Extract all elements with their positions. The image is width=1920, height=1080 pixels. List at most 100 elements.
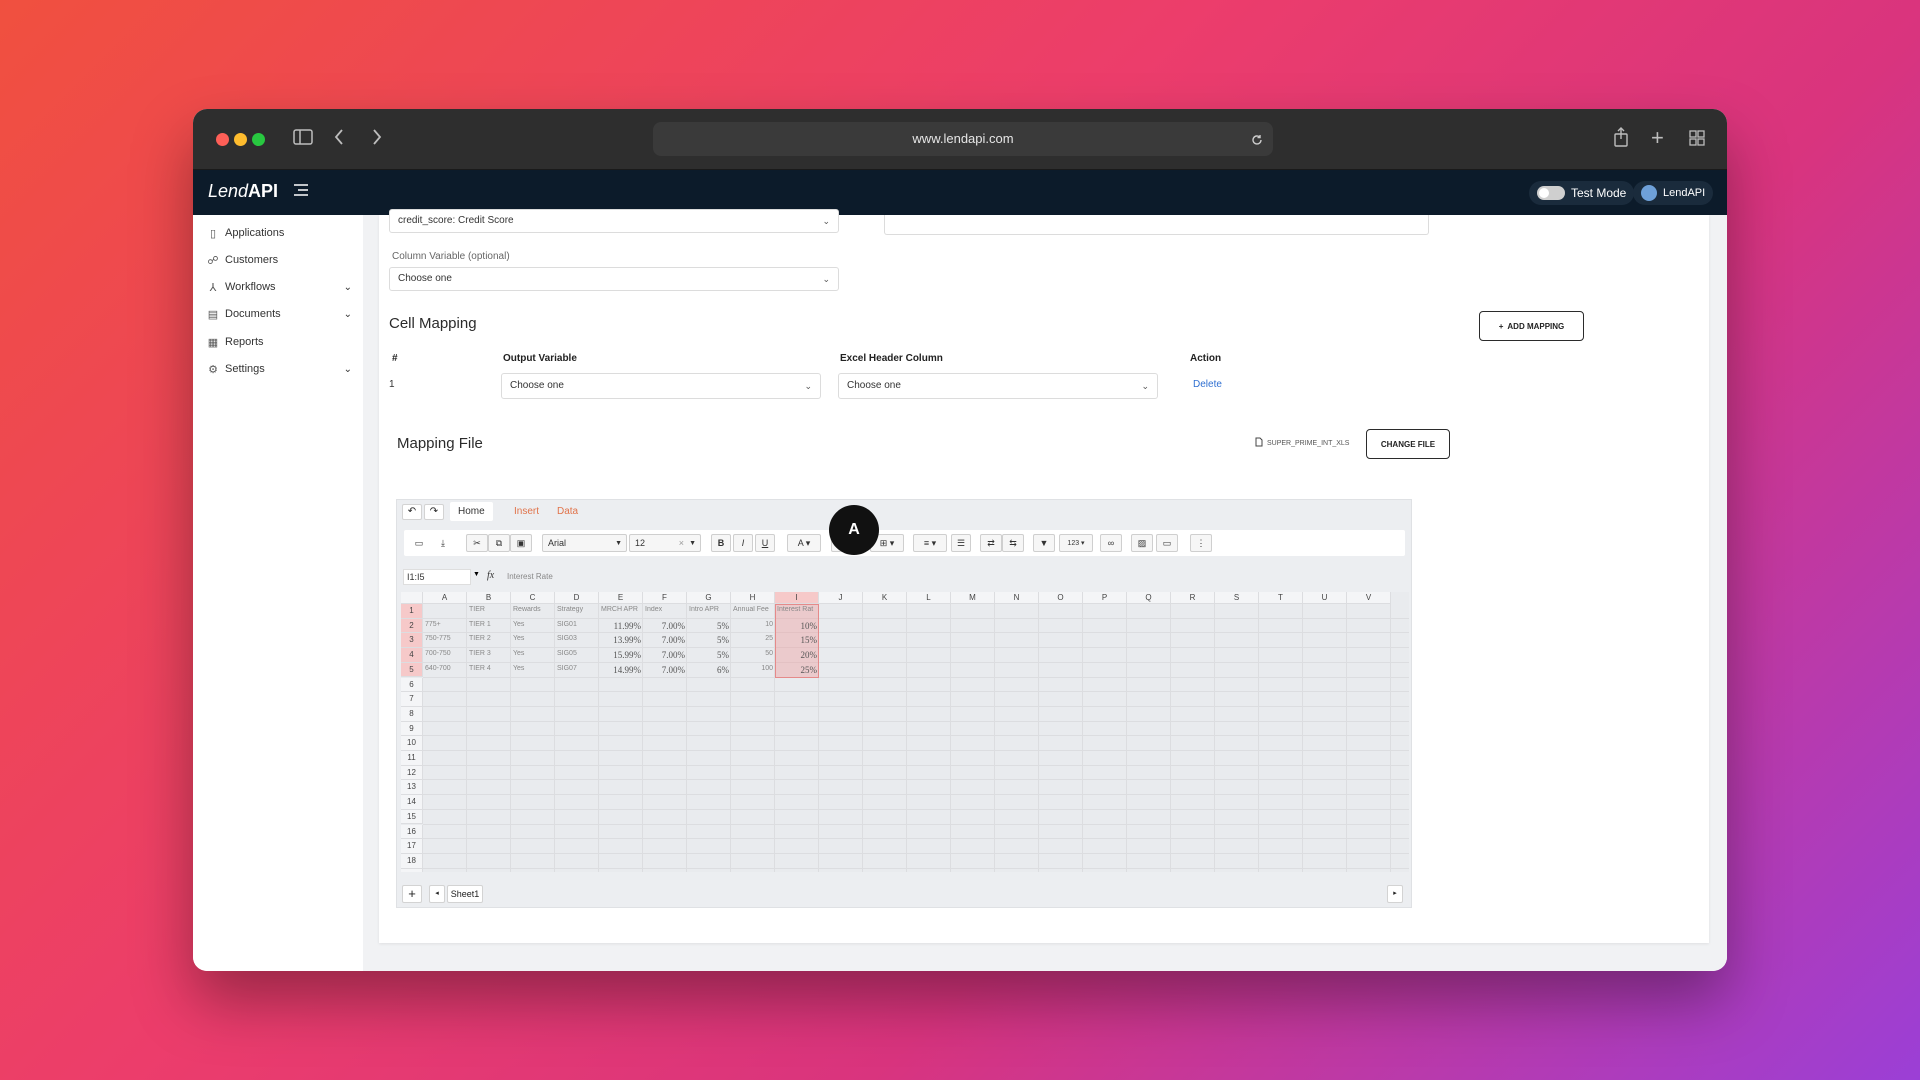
sidebar-item-customers[interactable]: ☍ Customers bbox=[207, 249, 352, 271]
wrap-text-icon[interactable]: ☰ bbox=[951, 534, 971, 552]
column-header[interactable]: S bbox=[1215, 592, 1259, 604]
cut-icon[interactable]: ✂ bbox=[466, 534, 488, 552]
column-header[interactable]: B bbox=[467, 592, 511, 604]
table-cell[interactable]: SIG07 bbox=[557, 665, 597, 672]
formula-input[interactable]: Interest Rate bbox=[507, 572, 553, 581]
table-cell[interactable]: 7.00% bbox=[645, 665, 685, 675]
table-cell[interactable]: 6% bbox=[689, 665, 729, 675]
forward-icon[interactable] bbox=[371, 128, 383, 150]
column-header[interactable]: K bbox=[863, 592, 907, 604]
font-size-select[interactable]: 12 × ▼ bbox=[629, 534, 701, 552]
row-header[interactable]: 8 bbox=[401, 706, 423, 722]
download-icon[interactable]: ⤓ bbox=[434, 534, 452, 552]
table-cell[interactable]: Yes bbox=[513, 621, 553, 628]
tab-home[interactable]: Home bbox=[450, 502, 493, 521]
sidebar-toggle-icon[interactable] bbox=[293, 129, 313, 149]
column-header[interactable]: L bbox=[907, 592, 951, 604]
table-cell[interactable]: 640-700 bbox=[425, 665, 465, 672]
change-file-button[interactable]: CHANGE FILE bbox=[1366, 429, 1450, 459]
table-cell[interactable]: 10% bbox=[777, 621, 818, 631]
column-header[interactable]: Q bbox=[1127, 592, 1171, 604]
filter-icon[interactable]: ▼ bbox=[1033, 534, 1055, 552]
table-cell[interactable]: 7.00% bbox=[645, 621, 685, 631]
bold-icon[interactable]: B bbox=[711, 534, 731, 552]
font-family-select[interactable]: Arial ▼ bbox=[542, 534, 627, 552]
table-cell[interactable]: TIER bbox=[469, 606, 509, 613]
more-options-icon[interactable]: ⋮ bbox=[1190, 534, 1212, 552]
column-header[interactable]: R bbox=[1171, 592, 1215, 604]
table-cell[interactable]: SIG01 bbox=[557, 621, 597, 628]
share-icon[interactable] bbox=[1613, 127, 1629, 151]
test-mode-toggle[interactable]: Test Mode bbox=[1529, 181, 1635, 205]
spreadsheet-grid[interactable]: A B C D E F G H I J K L M N O P Q R S T U V 1 2 3 4 5 6 7 8 9 10 11 12 13 1… bbox=[401, 592, 1409, 872]
sidebar-item-workflows[interactable]: ⅄ Workflows ⌄ bbox=[207, 276, 352, 298]
app-logo[interactable]: LendAPI bbox=[208, 181, 278, 202]
table-cell[interactable]: 7.00% bbox=[645, 650, 685, 660]
table-cell[interactable]: SIG05 bbox=[557, 650, 597, 657]
column-header[interactable]: H bbox=[731, 592, 775, 604]
row-header[interactable]: 13 bbox=[401, 780, 423, 796]
tab-overview-icon[interactable] bbox=[1689, 130, 1705, 150]
reload-icon[interactable] bbox=[1251, 122, 1263, 156]
column-header[interactable]: V bbox=[1347, 592, 1391, 604]
row-header[interactable]: 16 bbox=[401, 824, 423, 840]
sidebar-item-settings[interactable]: ⚙ Settings ⌄ bbox=[207, 358, 352, 380]
column-header[interactable]: U bbox=[1303, 592, 1347, 604]
zoom-window-button[interactable] bbox=[252, 133, 265, 146]
row-header[interactable]: 5 bbox=[401, 662, 423, 678]
undo-icon[interactable]: ↶ bbox=[402, 504, 422, 520]
row-header[interactable]: 12 bbox=[401, 765, 423, 781]
column-header[interactable]: O bbox=[1039, 592, 1083, 604]
row-header[interactable]: 14 bbox=[401, 795, 423, 810]
sheet-tab[interactable]: Sheet1 bbox=[447, 885, 483, 903]
excel-header-select[interactable]: Choose one ⌄ bbox=[838, 373, 1158, 399]
underline-icon[interactable]: U bbox=[755, 534, 775, 552]
row-header[interactable]: 15 bbox=[401, 809, 423, 825]
table-cell[interactable]: Interest Rat bbox=[777, 606, 817, 613]
table-cell[interactable]: TIER 3 bbox=[469, 650, 509, 657]
grid-corner[interactable] bbox=[401, 592, 423, 604]
table-cell[interactable]: 15% bbox=[777, 635, 818, 645]
column-header[interactable]: E bbox=[599, 592, 643, 604]
clear-icon[interactable]: × bbox=[679, 538, 684, 548]
column-header[interactable]: F bbox=[643, 592, 687, 604]
menu-toggle-icon[interactable] bbox=[293, 182, 309, 202]
number-format-icon[interactable]: 123 ▾ bbox=[1059, 534, 1093, 552]
cell-reference-input[interactable]: I1:I5 bbox=[403, 569, 471, 585]
row-header[interactable]: 18 bbox=[401, 853, 423, 869]
sidebar-item-reports[interactable]: ▦ Reports bbox=[207, 331, 352, 353]
table-cell[interactable]: 5% bbox=[689, 635, 729, 645]
column-header[interactable]: C bbox=[511, 592, 555, 604]
table-cell[interactable]: 5% bbox=[689, 621, 729, 631]
output-variable-select[interactable]: Choose one ⌄ bbox=[501, 373, 821, 399]
url-bar[interactable]: www.lendapi.com bbox=[653, 122, 1273, 156]
table-cell[interactable]: Annual Fee bbox=[733, 606, 773, 613]
table-cell[interactable]: TIER 2 bbox=[469, 635, 509, 642]
open-folder-icon[interactable]: ▭ bbox=[410, 534, 428, 552]
table-cell[interactable]: 13.99% bbox=[601, 635, 641, 645]
align-icon[interactable]: ≡ ▾ bbox=[913, 534, 947, 552]
table-cell[interactable]: Index bbox=[645, 606, 685, 613]
row-header[interactable]: 3 bbox=[401, 633, 423, 649]
close-window-button[interactable] bbox=[216, 133, 229, 146]
add-sheet-button[interactable]: + bbox=[402, 885, 422, 903]
table-cell[interactable]: Intro APR bbox=[689, 606, 729, 613]
table-cell[interactable]: 10 bbox=[733, 621, 773, 628]
table-cell[interactable]: 700-750 bbox=[425, 650, 465, 657]
column-header[interactable]: G bbox=[687, 592, 731, 604]
row-header[interactable]: 7 bbox=[401, 692, 423, 707]
table-cell[interactable]: SIG03 bbox=[557, 635, 597, 642]
dropdown-arrow-icon[interactable]: ▼ bbox=[473, 571, 480, 578]
prev-sheet-icon[interactable]: ◂ bbox=[429, 885, 445, 903]
table-cell[interactable]: Rewards bbox=[513, 606, 553, 613]
unmerge-cells-icon[interactable]: ⇆ bbox=[1002, 534, 1024, 552]
sidebar-item-applications[interactable]: ▯ Applications bbox=[207, 222, 352, 244]
table-cell[interactable]: Strategy bbox=[557, 606, 597, 613]
delete-mapping-link[interactable]: Delete bbox=[1193, 379, 1222, 390]
table-cell[interactable]: Yes bbox=[513, 635, 553, 642]
column-header[interactable]: P bbox=[1083, 592, 1127, 604]
image-icon[interactable]: ▨ bbox=[1131, 534, 1153, 552]
row-variable-select[interactable]: credit_score: Credit Score ⌄ bbox=[389, 209, 839, 233]
text-color-icon[interactable]: A ▾ bbox=[787, 534, 821, 552]
column-header[interactable]: M bbox=[951, 592, 995, 604]
